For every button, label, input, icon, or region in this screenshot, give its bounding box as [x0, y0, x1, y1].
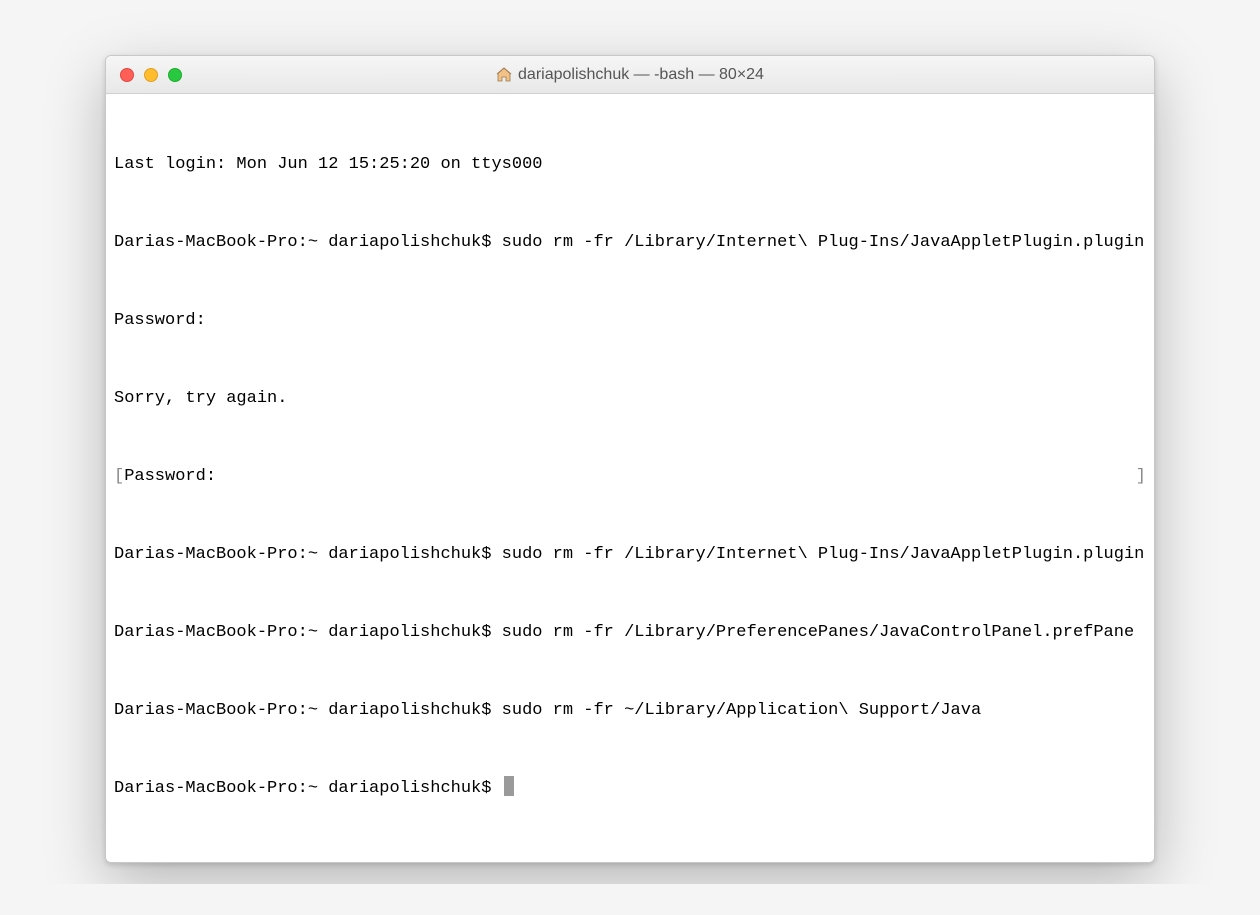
terminal-prompt: Darias-MacBook-Pro:~ dariapolishchuk$ — [114, 779, 502, 798]
terminal-window: dariapolishchuk — -bash — 80×24 Last log… — [105, 55, 1155, 863]
terminal-line: Sorry, try again. — [114, 386, 1146, 412]
traffic-lights — [106, 68, 182, 82]
minimize-button[interactable] — [144, 68, 158, 82]
window-title: dariapolishchuk — -bash — 80×24 — [518, 66, 764, 84]
maximize-button[interactable] — [168, 68, 182, 82]
window-title-wrap: dariapolishchuk — -bash — 80×24 — [106, 66, 1154, 84]
terminal-body[interactable]: Last login: Mon Jun 12 15:25:20 on ttys0… — [106, 94, 1154, 862]
titlebar[interactable]: dariapolishchuk — -bash — 80×24 — [106, 56, 1154, 94]
bracket-right: ] — [1136, 464, 1146, 490]
home-icon — [496, 67, 512, 83]
terminal-line: Darias-MacBook-Pro:~ dariapolishchuk$ su… — [114, 230, 1146, 256]
terminal-text: Password: — [124, 467, 216, 486]
terminal-line: Last login: Mon Jun 12 15:25:20 on ttys0… — [114, 152, 1146, 178]
terminal-prompt-line: Darias-MacBook-Pro:~ dariapolishchuk$ — [114, 776, 1146, 802]
cursor — [504, 776, 514, 796]
terminal-line: Darias-MacBook-Pro:~ dariapolishchuk$ su… — [114, 542, 1146, 568]
terminal-line: Password: — [114, 308, 1146, 334]
close-button[interactable] — [120, 68, 134, 82]
terminal-line: [Password:] — [114, 464, 1146, 490]
terminal-line: Darias-MacBook-Pro:~ dariapolishchuk$ su… — [114, 620, 1146, 646]
bracket-left: [ — [114, 467, 124, 486]
terminal-line: Darias-MacBook-Pro:~ dariapolishchuk$ su… — [114, 698, 1146, 724]
